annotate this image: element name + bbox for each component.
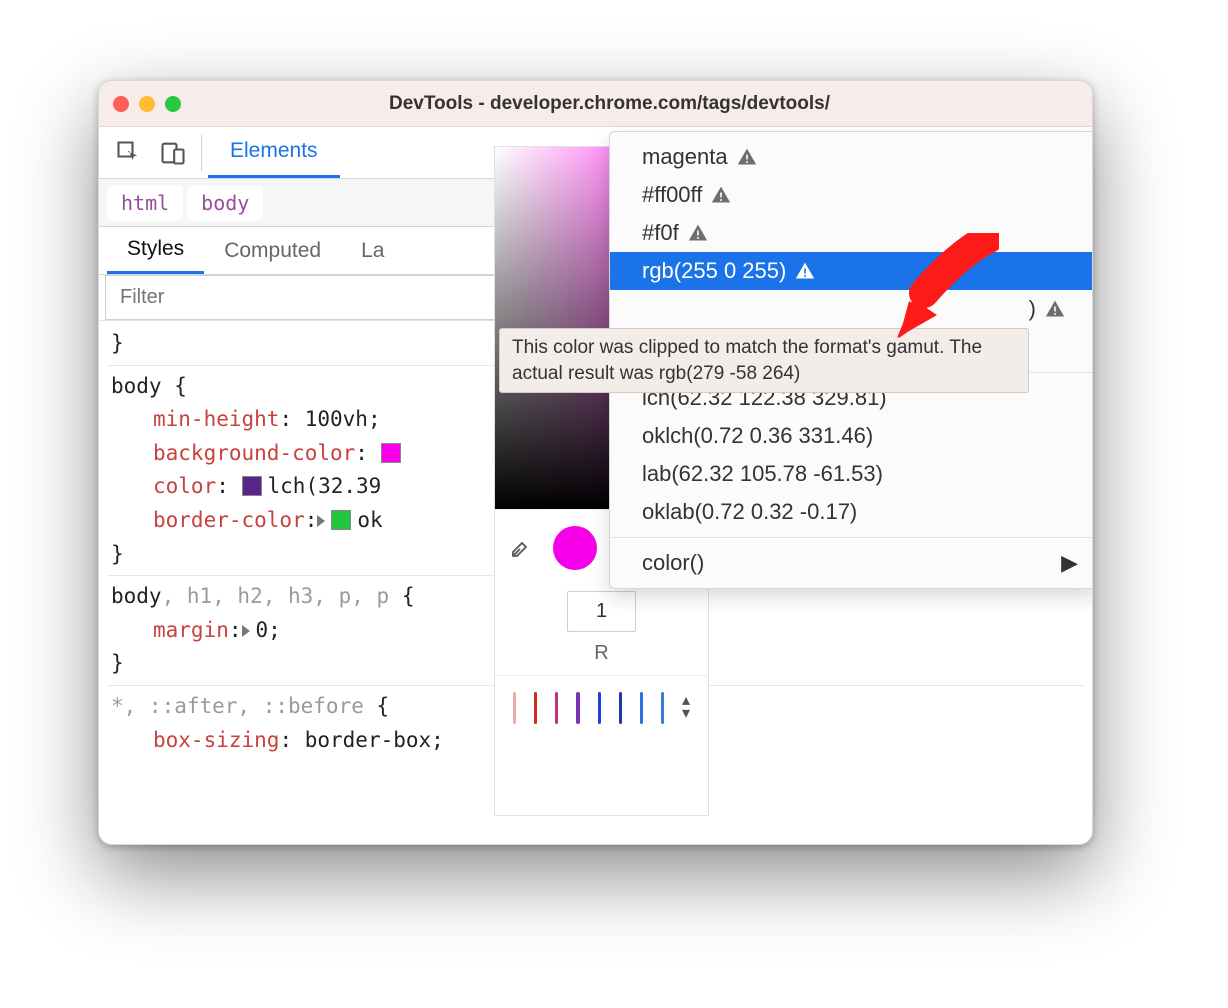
format-option-rgb[interactable]: rgb(255 0 255) <box>610 252 1093 290</box>
eyedropper-icon[interactable] <box>509 536 533 560</box>
current-color-swatch[interactable] <box>553 526 597 570</box>
palette-swatch[interactable] <box>661 692 664 724</box>
warning-icon <box>794 261 816 281</box>
window-title: DevTools - developer.chrome.com/tags/dev… <box>181 93 1038 115</box>
format-option-oklab[interactable]: oklab(0.72 0.32 -0.17) <box>610 493 1093 531</box>
format-option-hsl-cut[interactable]: ) <box>610 290 1093 328</box>
breadcrumb-body[interactable]: body <box>187 185 263 221</box>
palette-stepper-icon[interactable]: ▴▾ <box>682 695 690 721</box>
palette-row: ▴▾ <box>495 675 708 740</box>
expand-shorthand-icon[interactable] <box>242 625 250 637</box>
format-option-oklch[interactable]: oklch(0.72 0.36 331.46) <box>610 417 1093 455</box>
palette-swatch[interactable] <box>640 692 643 724</box>
css-prop-margin[interactable]: margin <box>111 618 229 642</box>
css-prop-box-sizing[interactable]: box-sizing <box>111 728 279 752</box>
devtools-window: DevTools - developer.chrome.com/tags/dev… <box>98 80 1093 845</box>
css-prop-background-color[interactable]: background-color <box>111 441 355 465</box>
warning-icon <box>687 223 709 243</box>
window-titlebar: DevTools - developer.chrome.com/tags/dev… <box>99 81 1092 127</box>
minimize-window-button[interactable] <box>139 96 155 112</box>
subtab-computed[interactable]: Computed <box>204 227 341 274</box>
format-option-lab[interactable]: lab(62.32 105.78 -61.53) <box>610 455 1093 493</box>
submenu-arrow-icon: ▶ <box>1061 550 1078 576</box>
format-option-magenta[interactable]: magenta <box>610 138 1093 176</box>
format-option-hex6[interactable]: #ff00ff <box>610 176 1093 214</box>
breadcrumb-html[interactable]: html <box>107 185 183 221</box>
color-swatch-icon[interactable] <box>381 443 401 463</box>
alpha-value[interactable]: 1 <box>567 591 636 632</box>
palette-swatch[interactable] <box>555 692 558 724</box>
palette-swatch[interactable] <box>598 692 601 724</box>
css-prop-border-color[interactable]: border-color <box>111 508 305 532</box>
toolbar-divider <box>201 135 202 171</box>
close-window-button[interactable] <box>113 96 129 112</box>
tab-elements[interactable]: Elements <box>208 127 340 178</box>
warning-icon <box>736 147 758 167</box>
device-toggle-icon[interactable] <box>151 127 195 178</box>
expand-shorthand-icon[interactable] <box>317 515 325 527</box>
palette-swatch[interactable] <box>513 692 516 724</box>
subtab-styles[interactable]: Styles <box>107 227 204 274</box>
window-controls <box>113 96 181 112</box>
warning-icon <box>710 185 732 205</box>
color-swatch-icon[interactable] <box>331 510 351 530</box>
palette-swatch[interactable] <box>534 692 537 724</box>
css-prop-min-height[interactable]: min-height <box>111 407 279 431</box>
palette-swatch[interactable] <box>576 692 579 724</box>
color-swatch-icon[interactable] <box>242 476 262 496</box>
inspect-element-icon[interactable] <box>107 127 151 178</box>
format-option-color-fn[interactable]: color() ▶ <box>610 544 1093 582</box>
annotation-arrow-icon <box>879 233 999 343</box>
css-prop-color[interactable]: color <box>111 474 216 498</box>
palette-swatch[interactable] <box>619 692 622 724</box>
warning-icon <box>1044 299 1066 319</box>
color-picker-values: 1 <box>495 585 708 642</box>
zoom-window-button[interactable] <box>165 96 181 112</box>
format-option-hex3[interactable]: #f0f <box>610 214 1093 252</box>
subtab-layout[interactable]: La <box>341 227 404 274</box>
channel-label-r: R <box>594 642 608 665</box>
